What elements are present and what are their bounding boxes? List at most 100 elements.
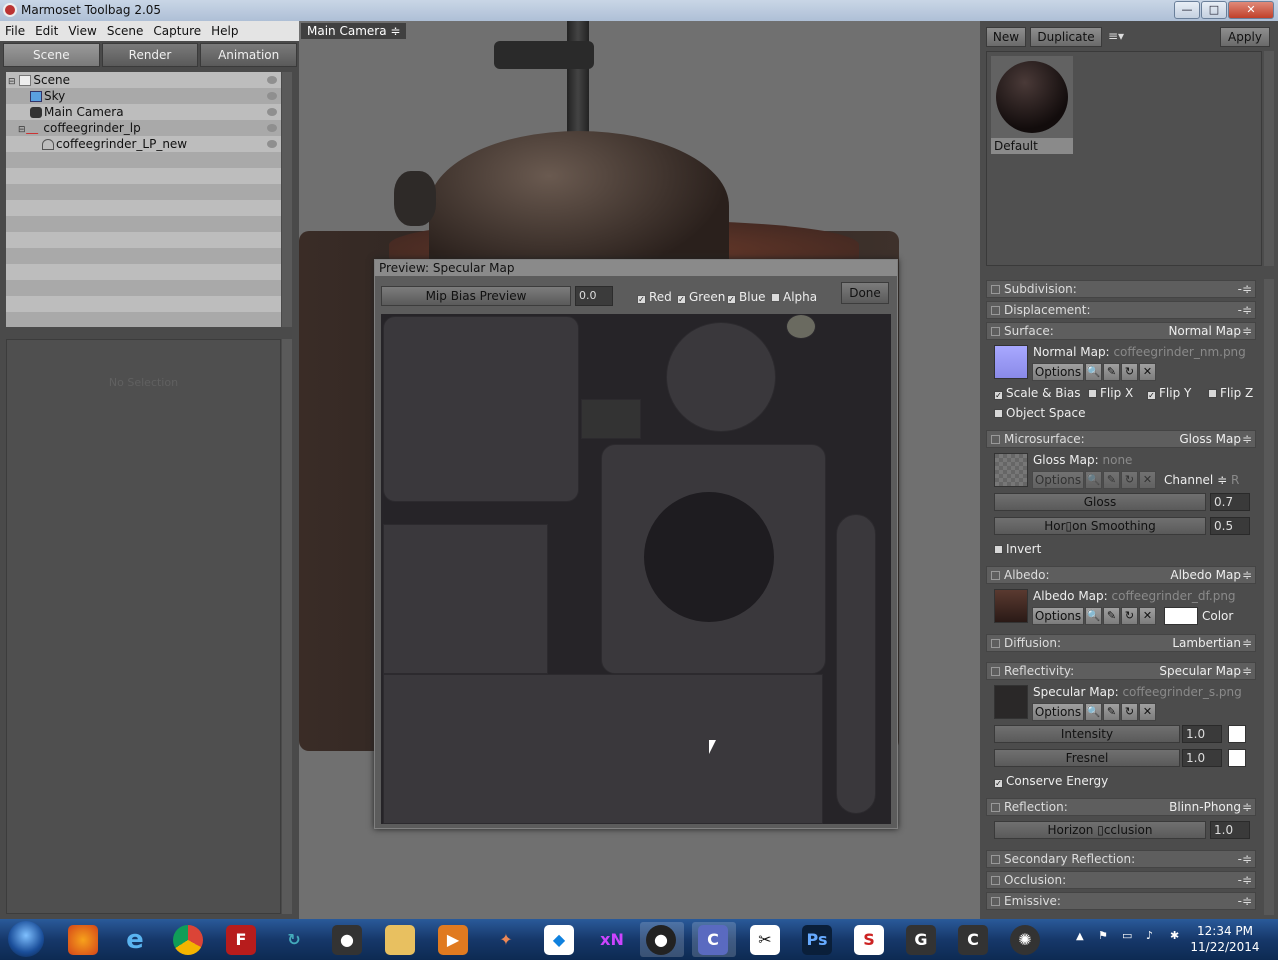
done-button[interactable]: Done (841, 282, 889, 304)
mip-bias-value-input[interactable]: 0.0 (575, 286, 613, 306)
gloss-slider[interactable]: Gloss (994, 493, 1206, 511)
material-props-scrollbar[interactable] (1264, 279, 1274, 915)
material-list-scrollbar[interactable] (1264, 51, 1274, 266)
flip-z-checkbox[interactable]: Flip Z (1208, 386, 1253, 400)
reload-icon[interactable]: ↻ (1121, 703, 1138, 721)
section-secondary-reflection[interactable]: Secondary Reflection: -≑ (986, 850, 1256, 868)
material-thumbnail[interactable]: Default (991, 56, 1073, 154)
normal-map-options-button[interactable]: Options (1032, 363, 1084, 381)
tree-scrollbar[interactable] (282, 72, 292, 327)
intensity-color-swatch[interactable] (1228, 725, 1246, 743)
section-reflectivity[interactable]: Reflectivity: Specular Map ≑ (986, 662, 1256, 680)
app-icon[interactable]: xN (591, 922, 635, 957)
marmoset-icon[interactable]: ● (640, 922, 684, 957)
specular-map-options-button[interactable]: Options (1032, 703, 1084, 721)
tree-item-scene[interactable]: ⊟ Scene (8, 72, 70, 88)
app-icon[interactable]: C (952, 922, 996, 957)
reload-icon[interactable]: ↻ (1121, 363, 1138, 381)
material-menu-icon[interactable]: ≡▾ (1104, 27, 1128, 47)
duplicate-material-button[interactable]: Duplicate (1030, 27, 1102, 47)
app-icon[interactable]: ● (326, 922, 370, 957)
substance-icon[interactable]: S (848, 922, 892, 957)
section-reflection[interactable]: Reflection: Blinn-Phong ≑ (986, 798, 1256, 816)
photoshop-icon[interactable]: Ps (796, 922, 840, 957)
horizon-occlusion-slider[interactable]: Horizon ▯cclusion (994, 821, 1206, 839)
system-clock[interactable]: 12:34 PM 11/22/2014 (1190, 923, 1260, 955)
chrome-icon[interactable] (167, 922, 211, 957)
menu-scene[interactable]: Scene (102, 21, 149, 38)
tab-render[interactable]: Render (101, 43, 199, 67)
app-icon[interactable]: ✦ (485, 922, 529, 957)
app-icon[interactable]: C (692, 922, 736, 957)
gloss-map-options-button[interactable]: Options (1032, 471, 1084, 489)
filezilla-icon[interactable]: F (220, 922, 264, 957)
channel-selector[interactable]: Channel ≑ R (1164, 473, 1239, 487)
tree-item-coffeegrinder-lp[interactable]: ⊟ coffeegrinder_lp (18, 120, 141, 136)
albedo-map-thumbnail[interactable] (994, 589, 1028, 623)
section-diffusion[interactable]: Diffusion: Lambertian ≑ (986, 634, 1256, 652)
albedo-color-swatch[interactable] (1164, 607, 1198, 625)
gloss-map-thumbnail[interactable] (994, 453, 1028, 487)
maximize-button[interactable]: □ (1201, 1, 1227, 19)
file-explorer-icon[interactable] (379, 922, 423, 957)
channel-red-checkbox[interactable]: ✓ Red (637, 290, 672, 304)
search-icon[interactable]: 🔍 (1085, 607, 1102, 625)
search-icon[interactable]: 🔍 (1085, 471, 1102, 489)
edit-pencil-icon[interactable]: ✎ (1103, 703, 1120, 721)
close-button[interactable]: ✕ (1228, 1, 1274, 19)
channel-blue-checkbox[interactable]: ✓ Blue (727, 290, 766, 304)
new-material-button[interactable]: New (986, 27, 1026, 47)
flip-x-checkbox[interactable]: Flip X (1088, 386, 1133, 400)
visibility-eye-icon[interactable] (267, 140, 277, 148)
app-icon[interactable]: ✂ (744, 922, 788, 957)
fresnel-value-input[interactable]: 1.0 (1182, 749, 1222, 767)
clear-x-icon[interactable]: ✕ (1139, 363, 1156, 381)
edit-pencil-icon[interactable]: ✎ (1103, 363, 1120, 381)
clear-x-icon[interactable]: ✕ (1139, 471, 1156, 489)
properties-scrollbar[interactable] (282, 339, 292, 914)
gloss-value-input[interactable]: 0.7 (1210, 493, 1250, 511)
minimize-button[interactable]: — (1174, 1, 1200, 19)
section-surface[interactable]: Surface: Normal Map ≑ (986, 322, 1256, 340)
object-space-checkbox[interactable]: Object Space (994, 406, 1085, 420)
visibility-eye-icon[interactable] (267, 92, 277, 100)
search-icon[interactable]: 🔍 (1085, 703, 1102, 721)
conserve-energy-checkbox[interactable]: ✓ Conserve Energy (994, 774, 1108, 788)
specular-map-thumbnail[interactable] (994, 685, 1028, 719)
albedo-map-options-button[interactable]: Options (1032, 607, 1084, 625)
section-microsurface[interactable]: Microsurface: Gloss Map ≑ (986, 430, 1256, 448)
app-icon[interactable]: ✺ (1004, 922, 1048, 957)
reload-icon[interactable]: ↻ (1121, 607, 1138, 625)
clear-x-icon[interactable]: ✕ (1139, 703, 1156, 721)
tree-item-coffeegrinder-lp-new[interactable]: coffeegrinder_LP_new (42, 136, 187, 152)
3d-viewport[interactable]: Main Camera ≑ Preview: Specular Map Mip … (299, 21, 980, 919)
flip-y-checkbox[interactable]: ✓ Flip Y (1147, 386, 1191, 400)
visibility-eye-icon[interactable] (267, 108, 277, 116)
tree-item-sky[interactable]: Sky (30, 88, 65, 104)
fresnel-color-swatch[interactable] (1228, 749, 1246, 767)
channel-green-checkbox[interactable]: ✓ Green (677, 290, 725, 304)
normal-map-thumbnail[interactable] (994, 345, 1028, 379)
horizon-smoothing-slider[interactable]: Hor▯on Smoothing (994, 517, 1206, 535)
search-icon[interactable]: 🔍 (1085, 363, 1102, 381)
tray-expand-icon[interactable]: ▲ (1076, 931, 1084, 942)
dropbox-icon[interactable]: ◆ (538, 922, 582, 957)
start-button-icon[interactable] (8, 921, 44, 957)
menu-view[interactable]: View (63, 21, 101, 38)
intensity-slider[interactable]: Intensity (994, 725, 1180, 743)
app-icon[interactable]: G (900, 922, 944, 957)
edit-pencil-icon[interactable]: ✎ (1103, 471, 1120, 489)
tab-animation[interactable]: Animation (200, 43, 298, 67)
network-icon[interactable]: ▭ (1122, 929, 1132, 942)
sync-app-icon[interactable]: ↻ (273, 922, 317, 957)
reload-icon[interactable]: ↻ (1121, 471, 1138, 489)
menu-help[interactable]: Help (206, 21, 243, 38)
tray-app-icon[interactable]: ✱ (1170, 929, 1179, 942)
intensity-value-input[interactable]: 1.0 (1182, 725, 1222, 743)
mip-bias-preview-slider[interactable]: Mip Bias Preview (381, 286, 571, 306)
menu-file[interactable]: File (0, 21, 30, 38)
flag-icon[interactable]: ⚑ (1098, 929, 1108, 942)
tree-item-main-camera[interactable]: Main Camera (30, 104, 124, 120)
menu-capture[interactable]: Capture (148, 21, 206, 38)
section-subdivision[interactable]: Subdivision: -≑ (986, 280, 1256, 298)
